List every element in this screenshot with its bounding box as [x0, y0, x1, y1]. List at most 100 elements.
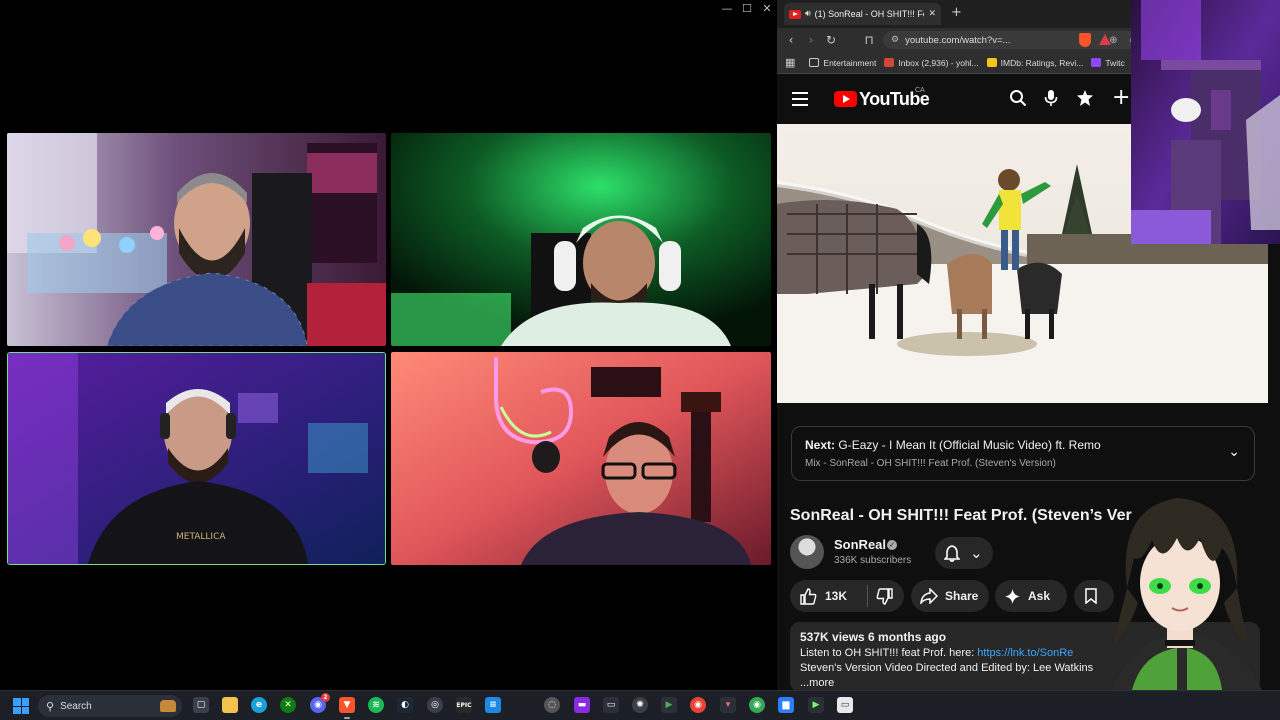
edge-icon[interactable]: e [251, 697, 267, 713]
like-divider [867, 585, 869, 607]
like-count: 13K [825, 589, 848, 603]
share-icon [920, 588, 938, 604]
youtube-favicon-icon [789, 9, 801, 19]
participant-tile-3-active-speaker[interactable]: METALLICA [7, 352, 386, 565]
close-tab-icon[interactable]: ✕ [928, 9, 936, 19]
search-highlight-icon [160, 700, 176, 712]
mic-icon[interactable] [1044, 89, 1058, 112]
video-call-window: — ☐ ✕ METALLICA [0, 0, 777, 690]
app-icon[interactable]: ▾ [720, 697, 736, 713]
discord-badge: 2 [321, 693, 330, 702]
window-icon[interactable]: ▭ [837, 697, 853, 713]
spotify-icon[interactable]: ≋ [368, 697, 384, 713]
back-icon[interactable]: ‹ [781, 33, 801, 47]
description-text: Listen to OH SHIT!!! feat Prof. here: [800, 647, 978, 659]
ask-button[interactable]: Ask [995, 580, 1067, 612]
up-next-title-line: Next: G-Eazy - I Mean It (Official Music… [805, 438, 1101, 452]
minimize-button[interactable]: — [717, 0, 737, 16]
terminal-icon[interactable]: ▭ [603, 697, 619, 713]
add-icon[interactable]: + [1112, 85, 1130, 110]
up-next-card[interactable]: Next: G-Eazy - I Mean It (Official Music… [791, 426, 1255, 481]
tab-youtube[interactable]: 🔊︎ (1) SonReal - OH SHIT!!! Feat ✕ [784, 3, 941, 25]
bell-icon [944, 544, 960, 562]
share-label: Share [945, 589, 979, 603]
folder-icon [809, 58, 820, 67]
app-icon[interactable]: ▆ [778, 697, 794, 713]
notepad-icon[interactable]: ≡ [485, 697, 501, 713]
bookmark-entertainment[interactable]: Entertainment [809, 58, 876, 68]
maximize-button[interactable]: ☐ [737, 0, 757, 16]
apps-icon[interactable]: ▦ [785, 56, 795, 69]
dislike-icon[interactable] [876, 587, 893, 605]
reload-icon[interactable]: ↻ [821, 33, 841, 47]
brave-shield-icon[interactable] [1079, 33, 1091, 47]
file-explorer-icon[interactable] [222, 697, 238, 713]
vtuber-avatar-image [1112, 498, 1262, 690]
desktop: — ☐ ✕ METALLICA 🔊︎ (1) SonReal - OH SHIT… [0, 0, 1280, 720]
share-button[interactable]: Share [911, 580, 989, 612]
brave-rewards-icon[interactable] [1099, 34, 1111, 45]
clapper-icon[interactable]: ▬ [574, 697, 590, 713]
verified-icon: ✓ [887, 540, 897, 550]
participant-tile-2[interactable] [391, 133, 771, 346]
participant-tile-4[interactable] [391, 352, 771, 565]
site-info-icon[interactable]: ⚙ [891, 35, 899, 45]
discord-icon[interactable]: ◉ 2 [310, 693, 330, 713]
like-button[interactable]: 13K [790, 580, 904, 612]
play-icon[interactable]: ▶ [661, 697, 677, 713]
participant-3-video: METALLICA [8, 353, 385, 564]
steam-icon[interactable]: ◐ [397, 697, 413, 713]
channel-avatar[interactable] [790, 535, 824, 569]
brave-icon[interactable]: ▼ [339, 697, 355, 719]
twitch-icon [1091, 58, 1102, 67]
bookmark-gmail[interactable]: Inbox (2,936) - yohl... [884, 57, 979, 68]
new-tab-icon[interactable]: + [951, 5, 962, 20]
close-button[interactable]: ✕ [757, 0, 777, 16]
app-icon[interactable]: ◌ [544, 697, 560, 713]
subscriber-count: 336K subscribers [834, 555, 912, 566]
xbox-icon[interactable]: ✕ [280, 697, 296, 713]
hamburger-icon[interactable] [792, 92, 808, 106]
chevron-down-icon: ⌄ [970, 544, 983, 562]
steelseries-icon[interactable]: ✺ [632, 697, 648, 713]
ask-label: Ask [1028, 589, 1051, 603]
create-icon[interactable] [1076, 89, 1094, 112]
bookmark-imdb[interactable]: IMDb: Ratings, Revi... [986, 57, 1084, 68]
participant-tile-1[interactable] [7, 133, 386, 346]
forward-icon[interactable]: › [801, 33, 821, 47]
task-view-icon[interactable]: ▢ [193, 697, 209, 713]
obs-icon[interactable]: ◎ [427, 697, 443, 713]
bookmark-icon[interactable]: ⊓ [859, 33, 879, 47]
windows-start-icon[interactable] [13, 698, 29, 714]
chevron-down-icon[interactable]: ⌄ [1228, 444, 1240, 460]
bookmark-twitch[interactable]: Twitc [1091, 57, 1125, 68]
chrome-profile-icon[interactable]: ◉ [749, 697, 765, 713]
windows-taskbar: ⚲ Search ▢ e ✕ ◉ 2 ▼ ≋ ◐ ◎ EPIC ≡ ◌ ▬ ▭ ✺… [0, 690, 1280, 720]
tab-title: (1) SonReal - OH SHIT!!! Feat [814, 9, 925, 19]
vtuber-avatar-overlay [1072, 478, 1280, 690]
like-icon [800, 587, 817, 605]
bookmark-label: Inbox (2,936) - yohl... [898, 57, 979, 68]
ask-icon [1005, 588, 1020, 604]
bookmark-label: IMDb: Ratings, Revi... [1000, 57, 1084, 68]
youtube-logo-icon[interactable] [834, 91, 857, 107]
notification-bell-button[interactable]: ⌄ [935, 537, 993, 569]
streamer-webcam-overlay [1131, 0, 1280, 244]
bookmark-label: Entertainment [823, 57, 877, 68]
url-text: youtube.com/watch?v=... [905, 34, 1011, 46]
channel-name[interactable]: SonReal [834, 537, 886, 552]
search-icon[interactable] [1009, 89, 1027, 112]
up-next-label: Next: [805, 438, 836, 452]
description-link[interactable]: https://lnk.to/SonRe [977, 647, 1073, 659]
taskbar-search[interactable]: ⚲ Search [38, 695, 182, 717]
search-label: Search [60, 700, 92, 712]
imdb-icon [986, 58, 997, 67]
bookmark-label: Twitc [1105, 57, 1125, 68]
svg-text:METALLICA: METALLICA [176, 532, 226, 542]
webcam-feed [1131, 0, 1280, 244]
epic-games-icon[interactable]: EPIC [456, 697, 472, 713]
chrome-icon[interactable]: ◉ [690, 697, 706, 713]
participant-1-video [7, 133, 386, 346]
speaker-icon[interactable]: 🔊︎ [805, 9, 811, 19]
play-icon[interactable]: ▶ [808, 697, 824, 713]
